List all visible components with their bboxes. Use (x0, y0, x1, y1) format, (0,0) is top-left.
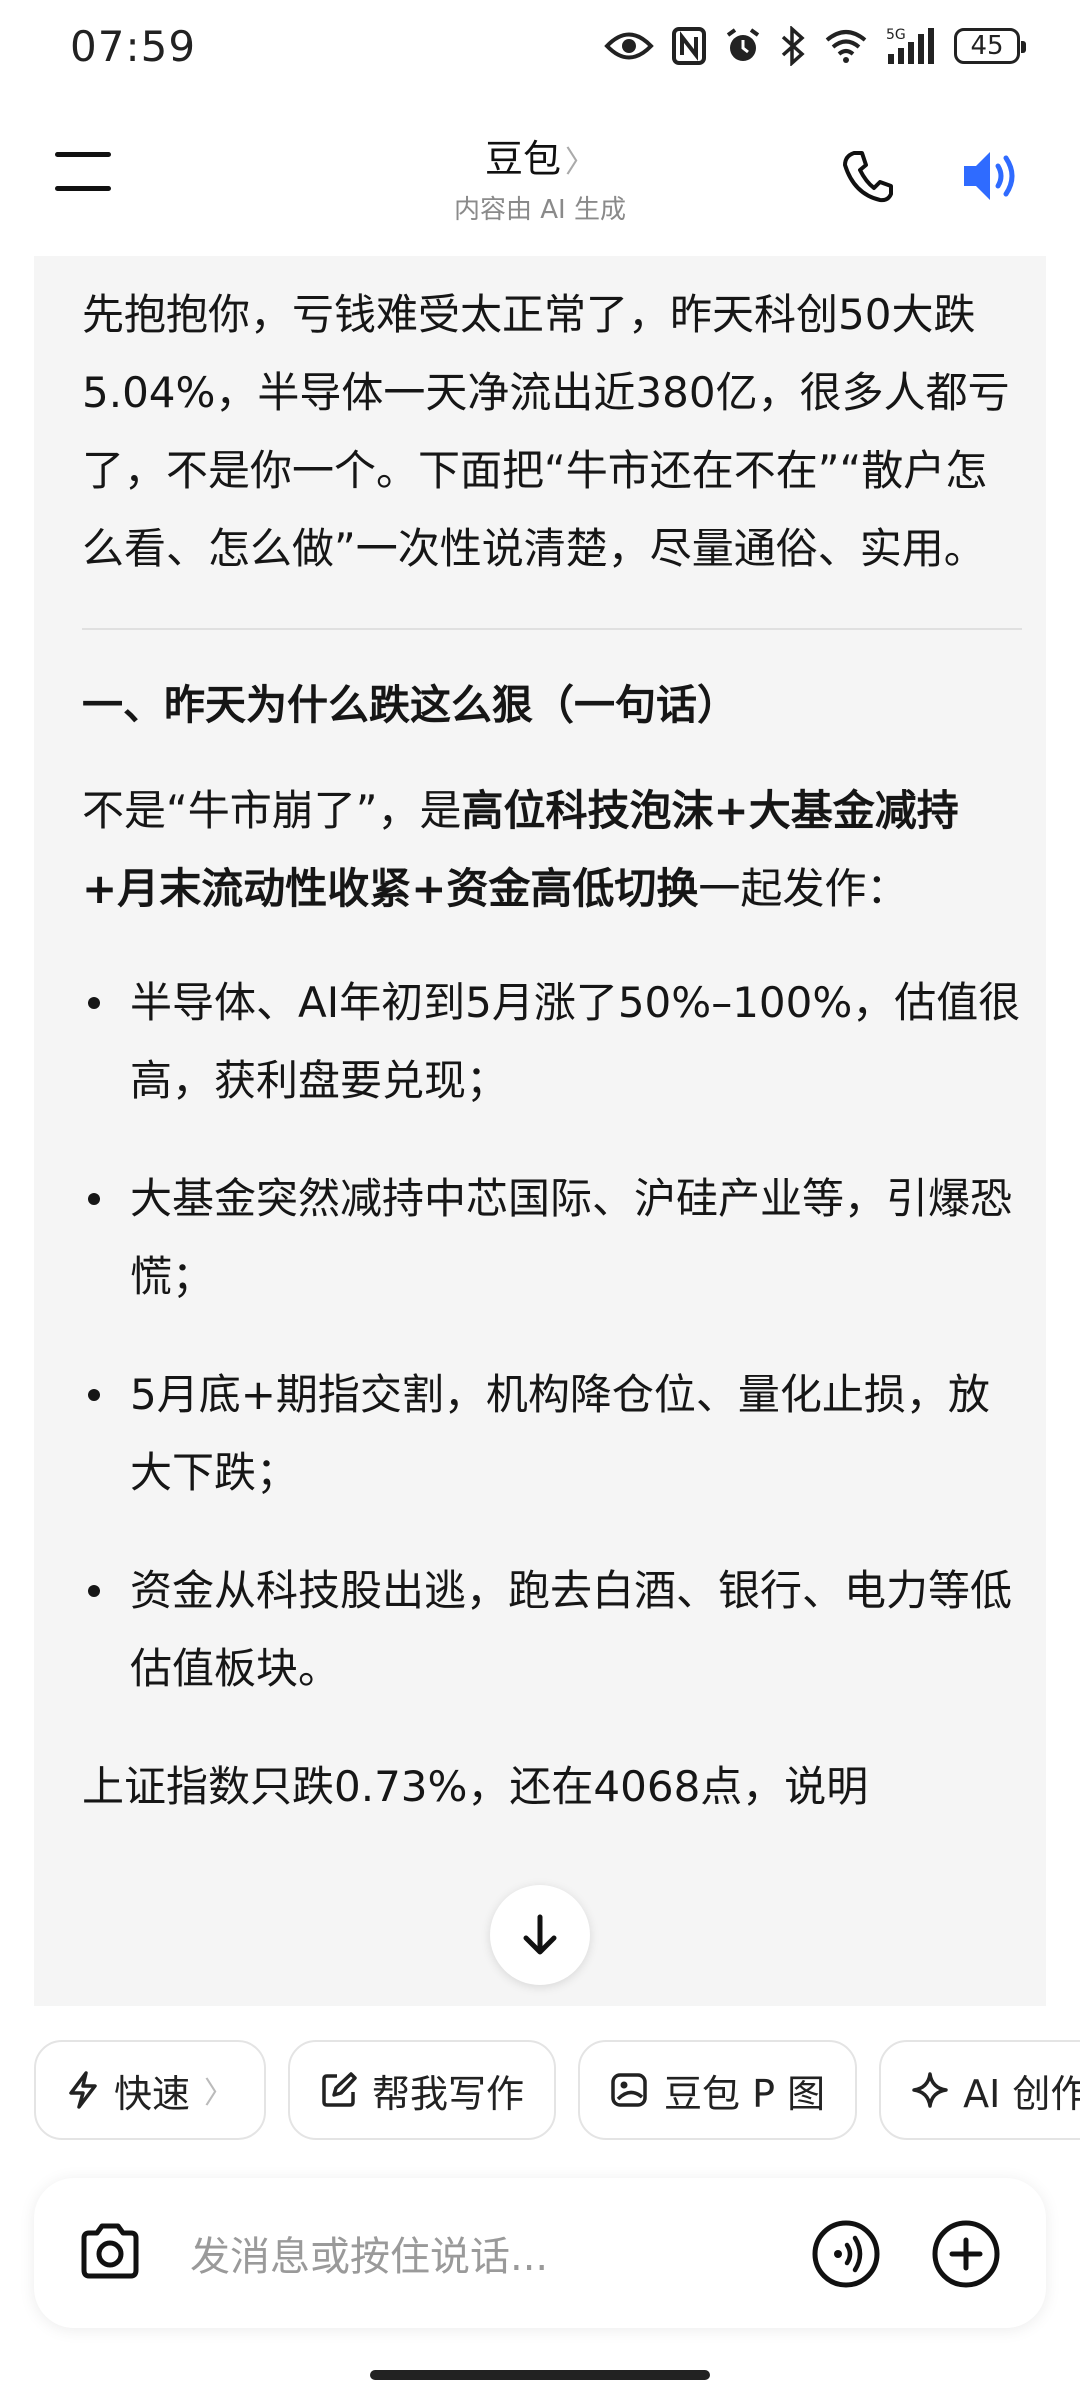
arrow-down-icon (523, 1914, 557, 1955)
chip-label: 快速 (114, 2071, 191, 2116)
bluetooth-icon (781, 26, 805, 66)
partial-paragraph: 上证指数只跌0.73%，还在4068点，说明 (82, 1762, 869, 1811)
image-edit-icon (611, 2073, 647, 2107)
section-paragraph: 不是“牛市崩了”，是高位科技泡沫+大基金减持+月末流动性收紧+资金高低切换一起发… (82, 772, 1022, 928)
chip-writing[interactable]: 帮我写作 (288, 2040, 557, 2140)
wifi-icon (825, 30, 867, 63)
lightning-icon (69, 2071, 97, 2109)
chevron-right-icon: 〉 (204, 2076, 235, 2111)
chip-quick[interactable]: 快速 〉 (34, 2040, 267, 2140)
ai-message-card: 先抱抱你，亏钱难受太正常了，昨天科创50大跌5.04%，半导体一天净流出近380… (34, 256, 1046, 2006)
list-item: 大基金突然减持中芯国际、沪硅产业等，引爆恐慌； (82, 1160, 1022, 1316)
chip-label: 帮我写作 (372, 2071, 525, 2116)
chip-label: AI 创作 (963, 2071, 1080, 2116)
status-bar: 07:59 5G 45 (0, 0, 1080, 100)
home-indicator[interactable] (370, 2370, 710, 2380)
chat-header: 豆包〉 内容由 AI 生成 (0, 110, 1080, 230)
chevron-right-icon: 〉 (565, 145, 595, 180)
voice-call-icon[interactable] (810, 2218, 882, 2290)
speaker-icon[interactable] (960, 146, 1024, 206)
quick-action-chips: 快速 〉 帮我写作 豆包 P 图 AI 创作 (34, 2040, 1080, 2140)
alarm-icon (726, 28, 760, 61)
plus-icon[interactable] (930, 2218, 1002, 2290)
status-time: 07:59 (70, 22, 197, 71)
bullet-list: 半导体、AI年初到5月涨了50%–100%，估值很高，获利盘要兑现； 大基金突然… (82, 964, 1022, 1708)
para-suffix: 一起发作： (698, 864, 909, 913)
phone-icon[interactable] (840, 148, 896, 204)
para-prefix: 不是“牛市崩了”，是 (82, 786, 462, 835)
message-input-bar: 发消息或按住说话... (34, 2178, 1046, 2328)
scroll-down-button[interactable] (490, 1885, 590, 1985)
intro-paragraph: 先抱抱你，亏钱难受太正常了，昨天科创50大跌5.04%，半导体一天净流出近380… (82, 290, 1010, 573)
chip-ai-create[interactable]: AI 创作 (879, 2040, 1080, 2140)
list-item: 半导体、AI年初到5月涨了50%–100%，估值很高，获利盘要兑现； (82, 964, 1022, 1120)
divider (82, 628, 1022, 630)
list-item: 资金从科技股出逃，跑去白酒、银行、电力等低估值板块。 (82, 1552, 1022, 1708)
edit-icon (322, 2072, 357, 2107)
message-input[interactable]: 发消息或按住说话... (190, 2224, 548, 2282)
title-area[interactable]: 豆包〉 内容由 AI 生成 (0, 128, 1080, 226)
nfc-icon (672, 27, 706, 65)
sparkle-icon (912, 2072, 948, 2108)
ai-disclaimer: 内容由 AI 生成 (454, 195, 626, 225)
network-label: 5G (886, 27, 906, 43)
status-icons: 5G 45 (604, 26, 1026, 66)
list-item: 5月底+期指交割，机构降仓位、量化止损，放大下跌； (82, 1356, 1022, 1512)
chat-title[interactable]: 豆包 (485, 137, 561, 181)
eye-icon (604, 32, 654, 60)
battery-icon: 45 (954, 28, 1026, 64)
section-heading: 一、昨天为什么跌这么狠（一句话） (82, 681, 738, 729)
signal-5g-icon: 5G (886, 27, 934, 64)
camera-icon[interactable] (76, 2220, 144, 2284)
chip-label: 豆包 P 图 (664, 2071, 826, 2116)
chip-image-edit[interactable]: 豆包 P 图 (578, 2040, 858, 2140)
